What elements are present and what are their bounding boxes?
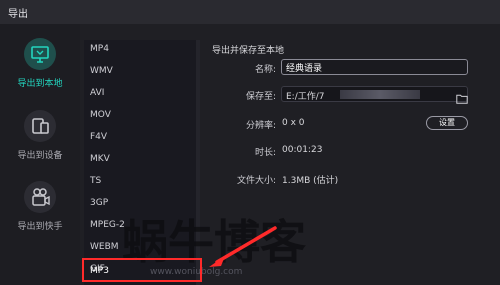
format-item-mov[interactable]: MOV [84,106,196,126]
format-label: WEBM [90,242,119,252]
folder-icon[interactable] [456,89,468,104]
format-item-mkv[interactable]: MKV [84,150,196,170]
format-label: MP4 [90,44,109,54]
camera-icon [24,181,56,213]
nav-label-export-kuaishou: 导出到快手 [17,222,63,232]
format-item-f4v[interactable]: F4V [84,128,196,148]
format-item-avi[interactable]: AVI [84,84,196,104]
red-arrow-icon [209,226,277,267]
nav-item-export-kuaishou[interactable]: 导出到快手 [0,179,80,249]
file-size-value: 1.3MB (估计) [282,176,339,186]
section-title: 导出并保存至本地 [212,46,285,56]
save-to-label: 保存至: [245,92,276,102]
format-label: WMV [90,66,113,76]
format-item-wmv[interactable]: WMV [84,62,196,82]
nav-label-export-local: 导出到本地 [17,79,63,89]
device-icon [24,110,56,142]
monitor-icon [24,38,56,70]
format-label: MKV [90,154,110,164]
path-blur-mask [340,90,420,99]
window-title: 导出 [8,9,28,20]
format-item-ts[interactable]: TS [84,172,196,192]
name-label: 名称: [254,65,276,75]
format-item-mp4[interactable]: MP4 [84,40,196,60]
format-label: F4V [90,132,108,142]
name-input[interactable] [281,59,468,75]
mp3-highlight-box [82,258,202,282]
duration-value: 00:01:23 [282,145,323,155]
format-label: 3GP [90,198,109,208]
format-label: MOV [90,110,111,120]
nav-item-export-local[interactable]: 导出到本地 [0,36,80,106]
resolution-value: 0 x 0 [282,118,305,128]
export-target-nav: 导出到本地 导出到设备 导出到快手 [0,24,80,285]
save-path-field[interactable]: E:/工作/7 [281,86,468,102]
save-path-text: E:/工作/7 [286,92,325,102]
file-size-label: 文件大小: [236,176,276,186]
title-bar: 导出 [0,0,500,24]
format-label: AVI [90,88,105,98]
nav-label-export-device: 导出到设备 [17,151,63,161]
resolution-label: 分辨率: [245,121,276,131]
nav-item-export-device[interactable]: 导出到设备 [0,108,80,178]
settings-button[interactable]: 设置 [426,116,468,130]
format-label: TS [90,176,102,186]
duration-label: 时长: [254,148,276,158]
